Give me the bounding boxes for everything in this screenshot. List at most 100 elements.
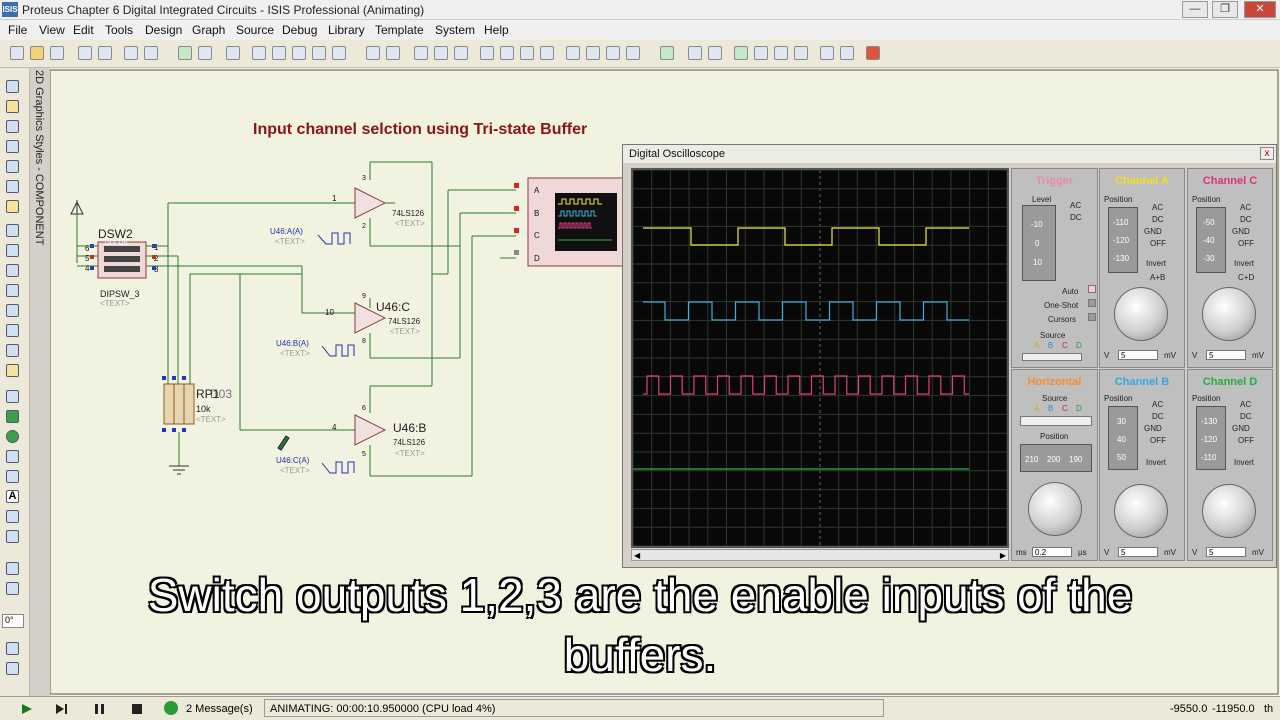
terminals-icon[interactable] (6, 224, 19, 237)
maximize-button[interactable]: ❐ (1212, 1, 1238, 18)
channel-b-position-slider[interactable]: 30 40 50 (1108, 406, 1138, 470)
cursors-toggle[interactable] (1088, 313, 1096, 321)
zoom-in-icon[interactable] (272, 46, 286, 60)
subcircuit-icon[interactable] (6, 200, 19, 213)
selection-mode-icon[interactable] (6, 80, 19, 93)
box-icon[interactable] (6, 410, 19, 423)
menu-design[interactable]: Design (145, 23, 182, 37)
marker-icon[interactable] (6, 530, 19, 543)
auto-toggle[interactable] (1088, 285, 1096, 293)
generator-icon[interactable] (6, 304, 19, 317)
junction-dot-icon[interactable] (6, 120, 19, 133)
trigger-source-slider[interactable] (1022, 353, 1082, 361)
trigger-level-slider[interactable]: -10 0 10 (1022, 205, 1056, 281)
redo-icon[interactable] (386, 46, 400, 60)
channel-c-volts-knob[interactable] (1202, 287, 1256, 341)
wire-label-icon[interactable] (6, 140, 19, 153)
text-icon[interactable]: A (6, 490, 19, 503)
line-icon[interactable] (6, 390, 19, 403)
make-device-icon[interactable] (586, 46, 600, 60)
oscilloscope-close-button[interactable]: x (1260, 147, 1274, 160)
message-status-icon[interactable] (164, 701, 178, 715)
path-icon[interactable] (6, 470, 19, 483)
menu-library[interactable]: Library (328, 23, 365, 37)
property-assign-icon[interactable] (708, 46, 722, 60)
import-icon[interactable] (78, 46, 92, 60)
ares-icon[interactable] (866, 46, 880, 60)
new-sheet-icon[interactable] (734, 46, 748, 60)
scroll-right-icon[interactable]: ▶ (1000, 551, 1006, 560)
pan-icon[interactable] (252, 46, 266, 60)
messages-count[interactable]: 2 Message(s) (186, 703, 253, 715)
menu-template[interactable]: Template (375, 23, 424, 37)
block-move-icon[interactable] (500, 46, 514, 60)
close-button[interactable]: ✕ (1244, 1, 1276, 18)
scroll-left-icon[interactable]: ◀ (634, 551, 640, 560)
channel-a-volts-knob[interactable] (1114, 287, 1168, 341)
cut-icon[interactable] (414, 46, 428, 60)
play-button[interactable] (12, 701, 40, 717)
channel-d-volts-field[interactable]: 5 (1206, 547, 1246, 557)
channel-c-position-slider[interactable]: -50 -40 -30 (1196, 207, 1226, 273)
remove-sheet-icon[interactable] (754, 46, 768, 60)
menu-tools[interactable]: Tools (105, 23, 133, 37)
copy-icon[interactable] (434, 46, 448, 60)
circle-icon[interactable] (6, 430, 19, 443)
channel-a-volts-field[interactable]: 5 (1118, 350, 1158, 360)
undo-icon[interactable] (366, 46, 380, 60)
horizontal-position-slider[interactable]: 210 200 190 (1020, 444, 1092, 472)
step-button[interactable] (48, 701, 76, 717)
component-mode-icon[interactable] (6, 100, 19, 113)
decompose-icon[interactable] (626, 46, 640, 60)
exit-to-parent-icon[interactable] (774, 46, 788, 60)
menu-file[interactable]: File (8, 23, 27, 37)
packaging-icon[interactable] (606, 46, 620, 60)
voltage-probe-icon[interactable] (6, 324, 19, 337)
buses-icon[interactable] (6, 180, 19, 193)
print-area-icon[interactable] (144, 46, 158, 60)
save-icon[interactable] (50, 46, 64, 60)
paste-icon[interactable] (454, 46, 468, 60)
channel-b-volts-field[interactable]: 5 (1118, 547, 1158, 557)
menu-source[interactable]: Source (236, 23, 274, 37)
netlist-icon[interactable] (840, 46, 854, 60)
channel-c-volts-field[interactable]: 5 (1206, 350, 1246, 360)
grid-icon[interactable] (198, 46, 212, 60)
block-delete-icon[interactable] (540, 46, 554, 60)
channel-a-position-slider[interactable]: -110 -120 -130 (1108, 207, 1138, 273)
tape-recorder-icon[interactable] (6, 284, 19, 297)
menu-help[interactable]: Help (484, 23, 509, 37)
minimize-button[interactable]: — (1182, 1, 1208, 18)
stop-button[interactable] (124, 701, 152, 717)
symbol-icon[interactable] (6, 510, 19, 523)
menu-view[interactable]: View (39, 23, 65, 37)
zoom-out-icon[interactable] (292, 46, 306, 60)
new-icon[interactable] (10, 46, 24, 60)
bill-of-materials-icon[interactable] (794, 46, 808, 60)
channel-b-volts-knob[interactable] (1114, 484, 1168, 538)
timebase-field[interactable]: 0.2 (1032, 547, 1072, 557)
text-script-icon[interactable] (6, 160, 19, 173)
pause-button[interactable] (86, 701, 114, 717)
virtual-instruments-icon[interactable] (6, 364, 19, 377)
pick-device-icon[interactable] (566, 46, 580, 60)
zoom-area-icon[interactable] (332, 46, 346, 60)
electrical-rule-check-icon[interactable] (820, 46, 834, 60)
menu-edit[interactable]: Edit (73, 23, 94, 37)
menu-debug[interactable]: Debug (282, 23, 317, 37)
horizontal-source-slider[interactable] (1020, 416, 1092, 426)
current-probe-icon[interactable] (6, 344, 19, 357)
search-tag-icon[interactable] (688, 46, 702, 60)
wire-autorouter-icon[interactable] (660, 46, 674, 60)
zoom-all-icon[interactable] (312, 46, 326, 60)
timebase-knob[interactable] (1028, 482, 1082, 536)
menu-graph[interactable]: Graph (192, 23, 225, 37)
block-rotate-icon[interactable] (520, 46, 534, 60)
refresh-icon[interactable] (178, 46, 192, 60)
block-copy-icon[interactable] (480, 46, 494, 60)
print-icon[interactable] (124, 46, 138, 60)
one-shot-toggle[interactable] (1088, 299, 1096, 307)
channel-d-volts-knob[interactable] (1202, 484, 1256, 538)
open-icon[interactable] (30, 46, 44, 60)
device-pins-icon[interactable] (6, 244, 19, 257)
